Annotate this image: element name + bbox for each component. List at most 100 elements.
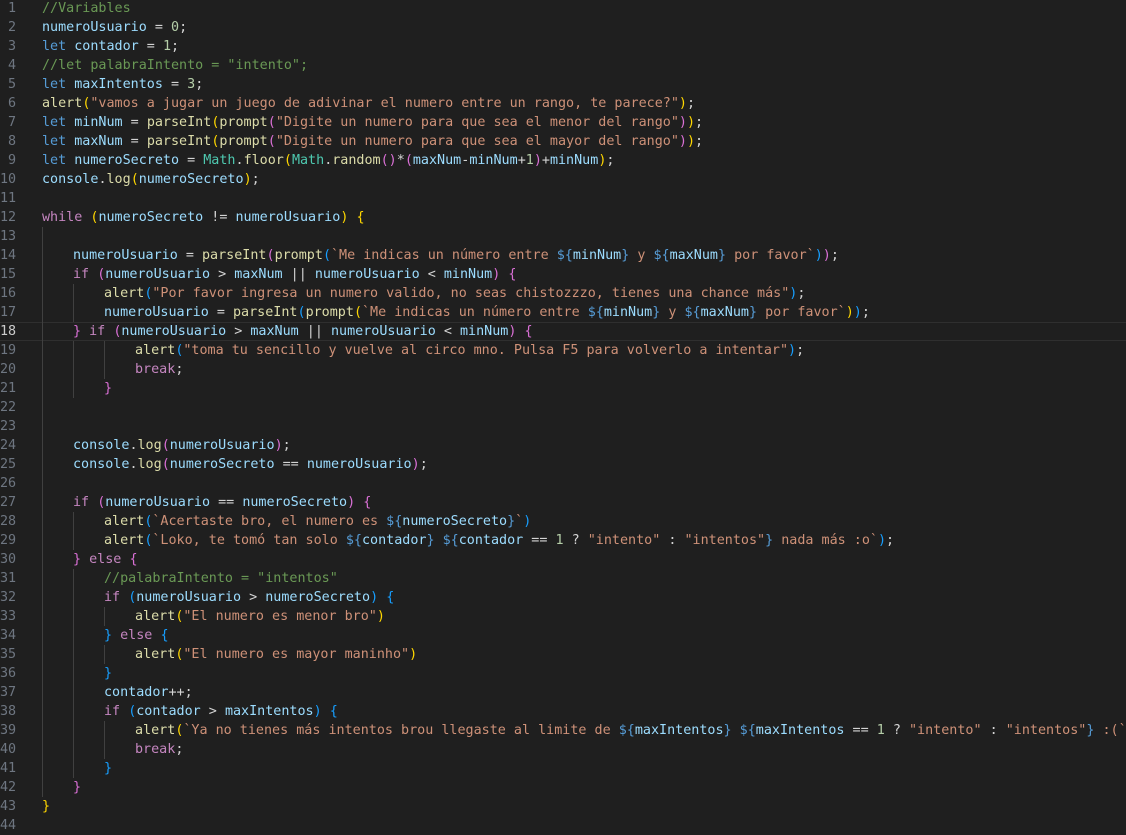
code-token: numeroUsuario [136, 590, 242, 605]
code-line[interactable]: 19 alert("toma tu sencillo y vuelve al ci… [0, 341, 1126, 360]
code-text: if (numeroUsuario > numeroSecreto) { [104, 588, 394, 607]
code-line[interactable]: 1 //Variables [0, 0, 1126, 18]
indent-guide [73, 588, 74, 607]
code-line[interactable]: 6 alert("vamos a jugar un juego de adivin… [0, 94, 1126, 113]
indent-guide [73, 740, 74, 759]
code-token: let [42, 77, 67, 92]
code-line[interactable]: 27 if (numeroUsuario == numeroSecreto) { [0, 493, 1126, 512]
code-token: Math [203, 153, 236, 168]
code-token: numeroUsuario [105, 267, 211, 282]
code-line[interactable]: 8 let maxNum = parseInt(prompt("Digite un… [0, 132, 1126, 151]
indent-guide [73, 531, 74, 550]
code-line[interactable]: 21} [0, 379, 1126, 398]
line-number: 17 [0, 305, 17, 320]
code-text: break; [135, 360, 183, 379]
code-line[interactable]: 25 console.log(numeroSecreto == numeroUsu… [0, 455, 1126, 474]
code-token: contador [136, 704, 201, 719]
code-token: } [73, 780, 82, 795]
line-number: 9 [7, 153, 16, 168]
code-line[interactable]: 31 //palabraIntento = "intentos" [0, 569, 1126, 588]
code-line[interactable]: 40 break; [0, 740, 1126, 759]
code-line[interactable]: 15 if (numeroUsuario > maxNum || numeroUs… [0, 265, 1126, 284]
code-token: numeroUsuario [306, 457, 412, 472]
code-token: y [660, 305, 685, 320]
code-editor[interactable]: 1//Variables 2 numeroUsuario = 0; 3 let cont… [0, 0, 1126, 833]
code-token: + [541, 153, 550, 168]
code-token: ; [886, 533, 895, 548]
indent-guide [104, 645, 105, 664]
code-line[interactable]: 35 alert("El numero es mayor maninho") [0, 645, 1126, 664]
code-text: //palabraIntento = "intentos" [104, 569, 338, 588]
code-token: ) [347, 495, 356, 510]
code-text: while (numeroSecreto != numeroUsuario) { [42, 208, 365, 227]
code-token: = [179, 153, 204, 168]
code-token: if [73, 267, 90, 282]
code-token: let [42, 134, 67, 149]
code-line[interactable]: 26 [0, 474, 1126, 493]
code-line[interactable]: 14 numeroUsuario = parseInt(prompt(`Me in… [0, 246, 1126, 265]
code-token: ; [861, 305, 870, 320]
code-line[interactable]: 12 while (numeroSecreto != numeroUsuario)… [0, 208, 1126, 227]
code-token: minNum [443, 267, 493, 282]
code-text: alert(`Acertaste bro, el numero es ${num… [104, 512, 531, 531]
code-line[interactable]: 39 alert(`Ya no tienes más intentos brou … [0, 721, 1126, 740]
code-line[interactable]: 2 numeroUsuario = 0; [0, 18, 1126, 37]
line-number: 34 [0, 628, 17, 643]
line-number: 2 [7, 20, 16, 35]
code-line[interactable]: 32 if (numeroUsuario > numeroSecreto) { [0, 588, 1126, 607]
code-line[interactable]: 7 let minNum = parseInt(prompt("Digite un… [0, 113, 1126, 132]
code-line[interactable]: 11 [0, 189, 1126, 208]
code-line[interactable]: 4 //let palabraIntento = "intento"; [0, 56, 1126, 75]
code-line[interactable]: 37 contador++; [0, 683, 1126, 702]
indent-guide [73, 379, 74, 398]
code-line[interactable]: 16 alert("Por favor ingresa un numero val… [0, 284, 1126, 303]
code-text: alert("toma tu sencillo y vuelve al circ… [135, 341, 804, 360]
code-token: 3 [187, 77, 196, 92]
code-line[interactable]: 29 alert(`Loko, te tomó tan solo ${contad… [0, 531, 1126, 550]
code-line[interactable]: 42} [0, 778, 1126, 797]
code-token: . [235, 153, 244, 168]
code-line[interactable]: 28 alert(`Acertaste bro, el numero es ${n… [0, 512, 1126, 531]
code-line[interactable]: 44 [0, 816, 1126, 835]
line-number: 39 [0, 723, 17, 738]
code-line[interactable]: 24 console.log(numeroUsuario); [0, 436, 1126, 455]
code-line[interactable]: 36} [0, 664, 1126, 683]
code-line[interactable]: 33 alert("El numero es menor bro") [0, 607, 1126, 626]
code-token: numeroUsuario [121, 324, 227, 339]
code-token: ) [313, 704, 322, 719]
code-token: ( [130, 172, 139, 187]
line-number: 18 [0, 324, 17, 339]
code-line[interactable]: 10 console.log(numeroSecreto); [0, 170, 1126, 189]
code-line[interactable]: 9 let numeroSecreto = Math.floor(Math.ran… [0, 151, 1126, 170]
code-token: contador [361, 533, 427, 548]
code-token: { [508, 267, 517, 282]
code-token: > [210, 267, 235, 282]
code-line[interactable]: 5 let maxIntentos = 3; [0, 75, 1126, 94]
code-token: ; [695, 115, 704, 130]
code-line[interactable]: 13 [0, 227, 1126, 246]
code-text: let maxNum = parseInt(prompt("Digite un … [42, 132, 703, 151]
code-token: { [160, 628, 169, 643]
code-line[interactable]: 22 [0, 398, 1126, 417]
code-line[interactable]: 38 if (contador > maxIntentos) { [0, 702, 1126, 721]
code-token: if [104, 704, 121, 719]
code-line[interactable]: 34} else { [0, 626, 1126, 645]
line-number: 37 [0, 685, 17, 700]
indent-guide [42, 607, 43, 626]
code-token: contador [458, 533, 524, 548]
code-line[interactable]: 20 break; [0, 360, 1126, 379]
line-number: 27 [0, 495, 17, 510]
code-line[interactable]: 18} if (numeroUsuario > maxNum || numero… [0, 322, 1126, 341]
code-line[interactable]: 43} [0, 797, 1126, 816]
code-text: //Variables [42, 0, 131, 18]
indent-guide [42, 360, 43, 379]
code-line[interactable]: 17 numeroUsuario = parseInt(prompt(`Me in… [0, 303, 1126, 322]
code-token: ) [686, 134, 696, 149]
code-token: maxNum [412, 153, 462, 168]
code-line[interactable]: 41} [0, 759, 1126, 778]
code-line[interactable]: 30} else { [0, 550, 1126, 569]
code-line[interactable]: 3 let contador = 1; [0, 37, 1126, 56]
code-line[interactable]: 23 [0, 417, 1126, 436]
